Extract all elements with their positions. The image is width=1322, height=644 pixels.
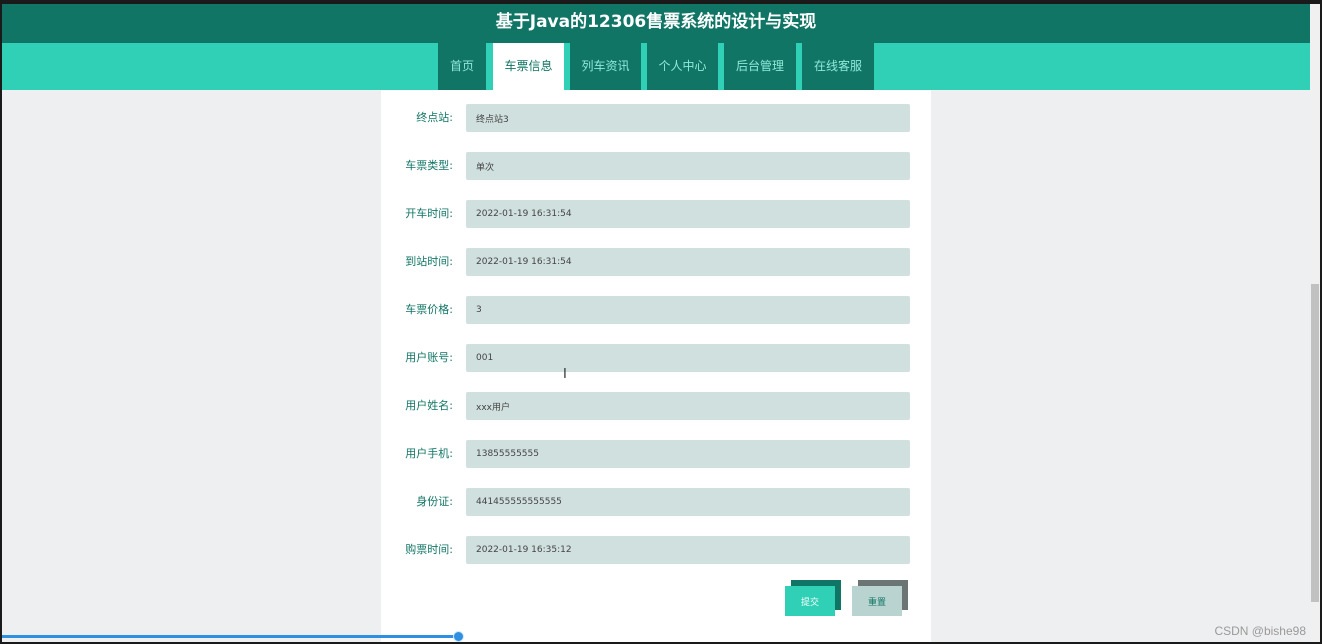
ticket-price-input[interactable] [466,296,910,324]
submit-button[interactable]: 提交 [785,586,835,616]
tab-ticket-info[interactable]: 车票信息 [493,43,564,90]
form-row-user-account: 用户账号: [381,344,931,372]
purchase-time-label: 购票时间: [405,543,453,556]
id-card-input[interactable] [466,488,910,516]
ticket-type-input[interactable] [466,152,910,180]
departure-time-input[interactable] [466,200,910,228]
terminal-label: 终点站: [416,111,453,124]
arrival-time-input[interactable] [466,248,910,276]
tab-home[interactable]: 首页 [438,43,486,90]
purchase-time-input[interactable] [466,536,910,564]
browser-viewport: 基于Java的12306售票系统的设计与实现 首页 车票信息 列车资讯 个人中心… [2,4,1320,642]
submit-button-wrap: 提交 [785,580,841,618]
user-phone-input[interactable] [466,440,910,468]
reset-button-wrap: 重置 [852,580,908,618]
tab-online-service[interactable]: 在线客服 [802,43,874,90]
user-name-input[interactable] [466,392,910,420]
form-row-terminal: 终点站: [381,104,931,132]
terminal-input[interactable] [466,104,910,132]
arrival-time-label: 到站时间: [405,255,453,268]
departure-time-label: 开车时间: [405,207,453,220]
tab-admin[interactable]: 后台管理 [724,43,796,90]
form-row-id-card: 身份证: [381,488,931,516]
ticket-form-panel: 终点站: 车票类型: 开车时间: 到站时间: 车票价格: 用户账号: 用户姓名: [381,90,931,642]
form-row-arrival-time: 到站时间: [381,248,931,276]
csdn-watermark: CSDN @bishe98 [1214,624,1306,638]
ticket-price-label: 车票价格: [405,303,453,316]
tab-train-news[interactable]: 列车资讯 [570,43,641,90]
form-row-departure-time: 开车时间: [381,200,931,228]
user-account-input[interactable] [466,344,910,372]
scrollbar-thumb[interactable] [1311,284,1319,602]
ticket-type-label: 车票类型: [405,159,453,172]
user-phone-label: 用户手机: [405,447,453,460]
form-row-purchase-time: 购票时间: [381,536,931,564]
video-progress-bar[interactable] [2,635,458,638]
video-progress-knob[interactable] [453,631,464,642]
id-card-label: 身份证: [416,495,453,508]
form-row-ticket-price: 车票价格: [381,296,931,324]
main-nav: 首页 车票信息 列车资讯 个人中心 后台管理 在线客服 [2,43,1310,90]
reset-button[interactable]: 重置 [852,586,902,616]
text-cursor-icon: I [563,367,567,382]
site-title: 基于Java的12306售票系统的设计与实现 [2,4,1310,43]
tab-personal-center[interactable]: 个人中心 [647,43,718,90]
form-row-user-phone: 用户手机: [381,440,931,468]
vertical-scrollbar[interactable] [1310,4,1320,642]
form-row-ticket-type: 车票类型: [381,152,931,180]
user-account-label: 用户账号: [405,351,453,364]
user-name-label: 用户姓名: [405,399,453,412]
form-row-user-name: 用户姓名: [381,392,931,420]
